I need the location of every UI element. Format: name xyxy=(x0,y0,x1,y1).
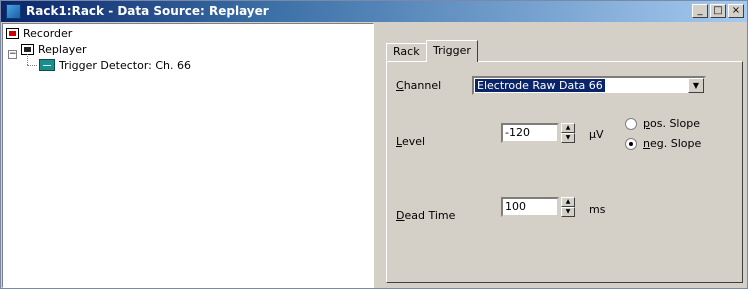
title-bar[interactable]: Rack1:Rack - Data Source: Replayer _ □ × xyxy=(1,1,747,22)
spin-up-icon[interactable]: ▲ xyxy=(561,123,575,133)
dead-time-label: Dead Time xyxy=(396,209,456,222)
channel-value: Electrode Raw Data 66 xyxy=(475,79,605,92)
radio-selected-icon xyxy=(625,137,637,150)
tree-connector xyxy=(27,65,37,66)
tab-rack[interactable]: Rack xyxy=(386,43,427,61)
app-icon xyxy=(6,4,21,19)
app-window: Rack1:Rack - Data Source: Replayer _ □ ×… xyxy=(0,0,748,289)
window-controls: _ □ × xyxy=(692,4,744,18)
tree-connector xyxy=(27,54,28,65)
tree-item-label: Trigger Detector: Ch. 66 xyxy=(59,58,192,72)
trigger-detector-icon xyxy=(39,59,55,71)
level-label: Level xyxy=(396,135,426,148)
chevron-down-icon[interactable]: ▼ xyxy=(688,78,704,93)
recorder-icon xyxy=(6,27,19,39)
collapse-icon[interactable]: − xyxy=(8,50,17,59)
pos-slope-radio[interactable]: pos. Slope xyxy=(625,117,700,130)
spin-up-icon[interactable]: ▲ xyxy=(561,197,575,207)
dead-time-stepper[interactable]: ▲ ▼ xyxy=(561,197,575,217)
replayer-icon xyxy=(21,43,34,55)
radio-icon xyxy=(625,117,637,130)
neg-slope-radio[interactable]: neg. Slope xyxy=(625,137,701,150)
maximize-button[interactable]: □ xyxy=(710,4,726,18)
dead-time-unit: ms xyxy=(589,203,606,216)
channel-select[interactable]: Electrode Raw Data 66 ▼ xyxy=(472,76,706,95)
tree-view[interactable]: Recorder − Replayer Trigger Detector: Ch… xyxy=(2,23,374,288)
properties-pane: Rack Trigger Channel Electrode Raw Data … xyxy=(379,23,747,288)
tree-item-replayer[interactable]: Replayer xyxy=(21,41,87,57)
tree-item-label: Replayer xyxy=(38,42,87,56)
level-unit: µV xyxy=(589,128,604,141)
spin-down-icon[interactable]: ▼ xyxy=(561,133,575,143)
level-stepper[interactable]: ▲ ▼ xyxy=(561,123,575,143)
close-button[interactable]: × xyxy=(728,4,744,18)
tree-item-recorder[interactable]: Recorder xyxy=(6,25,72,41)
trigger-panel: Channel Electrode Raw Data 66 ▼ Level -1… xyxy=(386,61,743,283)
minimize-button[interactable]: _ xyxy=(692,4,708,18)
dead-time-input[interactable]: 100 xyxy=(501,197,559,217)
neg-slope-label: neg. Slope xyxy=(643,137,702,150)
tree-item-trigger-detector[interactable]: Trigger Detector: Ch. 66 xyxy=(39,57,191,73)
pos-slope-label: pos. Slope xyxy=(643,117,700,130)
level-input[interactable]: -120 xyxy=(501,123,559,143)
spin-down-icon[interactable]: ▼ xyxy=(561,207,575,217)
tree-item-label: Recorder xyxy=(23,26,73,40)
channel-label: Channel xyxy=(396,79,442,92)
window-title: Rack1:Rack - Data Source: Replayer xyxy=(26,4,269,18)
tab-trigger[interactable]: Trigger xyxy=(426,40,478,62)
